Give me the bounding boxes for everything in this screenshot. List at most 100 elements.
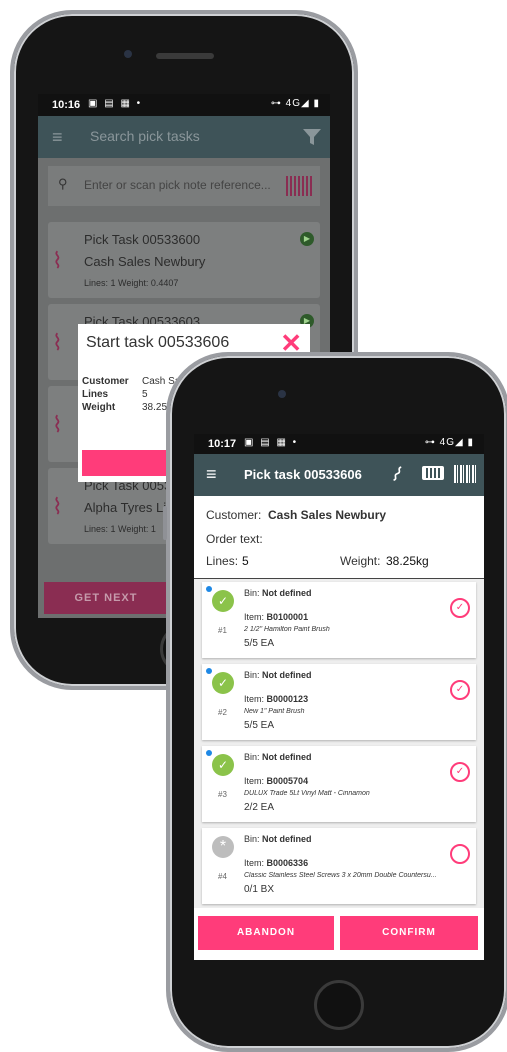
customer-value: Cash Sales Newbury: [268, 508, 387, 522]
task-customer: Cash Sales Newbury: [84, 254, 206, 269]
item-code: B0100001: [266, 612, 309, 622]
confirm-label: CONFIRM: [382, 927, 436, 938]
lines-label: Lines: [82, 389, 109, 400]
bin-text: Bin: Not defined: [244, 834, 312, 844]
menu-icon[interactable]: ≡: [52, 127, 63, 148]
weight-value: 38.25: [142, 402, 168, 413]
bin-label: Bin:: [244, 588, 260, 598]
item-code: B0006336: [266, 858, 309, 868]
check-icon: ✓: [212, 754, 234, 776]
bin-label: Bin:: [244, 670, 260, 680]
confirmed-check-icon[interactable]: ✓: [450, 762, 470, 782]
item-description: 2 1/2" Hamilton Paint Brush: [244, 626, 330, 633]
pick-line-card[interactable]: ✓ #2 Bin: Not defined Item: B0000123 New…: [202, 664, 476, 740]
line-number: #3: [218, 790, 227, 799]
status-signal: ⊶ 4G◢ ▮: [424, 437, 474, 448]
bin-text: Bin: Not defined: [244, 752, 312, 762]
paperclip-icon: ⌇: [52, 412, 63, 437]
status-icons: ▣ ▤ ▦ •: [88, 98, 143, 109]
paperclip-icon: ⌇: [52, 330, 63, 355]
topbar-title: Pick task 00533606: [244, 467, 362, 482]
check-icon: ✓: [212, 672, 234, 694]
front-camera: [124, 50, 132, 58]
lines-value: 5: [242, 554, 249, 568]
status-bar: 10:16 ▣ ▤ ▦ • ⊶ 4G◢ ▮: [38, 94, 330, 116]
dialog-title: Start task 00533606: [86, 334, 230, 351]
status-dot: [206, 668, 212, 674]
item-code: B0005704: [266, 776, 309, 786]
action-bar: ABANDON CONFIRM: [194, 908, 484, 960]
search-bar[interactable]: ⚲ Enter or scan pick note reference...: [48, 166, 320, 206]
task-card[interactable]: ⌇ Pick Task 00533600 Cash Sales Newbury …: [48, 222, 320, 298]
task-summary: Customer: Cash Sales Newbury Order text:…: [194, 496, 484, 579]
earpiece-speaker: [156, 53, 214, 59]
item-code: B0000123: [266, 694, 309, 704]
task-topbar: ≡ Pick task 00533606 ⌇: [194, 454, 484, 496]
confirm-button[interactable]: CONFIRM: [340, 916, 478, 950]
order-text-label: Order text:: [206, 532, 263, 546]
confirmed-check-icon[interactable]: ✓: [450, 680, 470, 700]
barcode-scan-icon[interactable]: [286, 176, 314, 196]
abandon-label: ABANDON: [236, 927, 296, 938]
item-quantity: 5/5 EA: [244, 638, 275, 649]
unconfirmed-circle-icon[interactable]: [450, 844, 470, 864]
menu-icon[interactable]: ≡: [206, 464, 217, 485]
pick-line-card[interactable]: ✓ #3 Bin: Not defined Item: B0005704 DUL…: [202, 746, 476, 822]
search-topbar: ≡ Search pick tasks: [38, 116, 330, 158]
paperclip-icon: ⌇: [52, 494, 63, 519]
item-quantity: 0/1 BX: [244, 884, 275, 895]
status-time: 10:16: [52, 99, 81, 111]
status-time: 10:17: [208, 438, 237, 450]
bin-value: Not defined: [262, 752, 312, 762]
lines-value: 5: [142, 389, 148, 400]
pick-line-card[interactable]: ✓ #1 Bin: Not defined Item: B0100001 2 1…: [202, 582, 476, 658]
bin-label: Bin:: [244, 752, 260, 762]
item-description: Classic Stainless Steel Screws 3 x 20mm …: [244, 872, 437, 879]
item-text: Item: B0100001: [244, 612, 308, 622]
item-text: Item: B0000123: [244, 694, 308, 704]
front-camera: [278, 390, 286, 398]
item-label: Item:: [244, 776, 265, 786]
status-icons: ▣ ▤ ▦ •: [244, 437, 299, 448]
status-bar: 10:17 ▣ ▤ ▦ • ⊶ 4G◢ ▮: [194, 434, 484, 454]
filter-icon[interactable]: [302, 127, 322, 147]
check-icon: ✓: [212, 590, 234, 612]
line-number: #2: [218, 708, 227, 717]
item-description: New 1" Paint Brush: [244, 708, 305, 715]
item-label: Item:: [244, 858, 265, 868]
keyboard-icon[interactable]: [422, 466, 444, 480]
item-text: Item: B0006336: [244, 858, 308, 868]
task-meta: Lines: 1 Weight: 1: [84, 524, 156, 534]
confirmed-check-icon[interactable]: ✓: [450, 598, 470, 618]
search-input[interactable]: Enter or scan pick note reference...: [84, 178, 271, 192]
topbar-title: Search pick tasks: [90, 128, 200, 144]
weight-label: Weight: [82, 402, 116, 413]
customer-label: Customer:: [206, 508, 262, 522]
bin-text: Bin: Not defined: [244, 588, 312, 598]
abandon-button[interactable]: ABANDON: [198, 916, 334, 950]
item-quantity: 2/2 EA: [244, 802, 275, 813]
side-button[interactable]: [163, 506, 167, 540]
barcode-icon[interactable]: [454, 465, 476, 483]
pending-asterisk-icon: *: [212, 836, 234, 858]
status-signal: ⊶ 4G◢ ▮: [270, 98, 320, 109]
weight-value: 38.25kg: [386, 554, 429, 568]
bin-text: Bin: Not defined: [244, 670, 312, 680]
item-quantity: 5/5 EA: [244, 720, 275, 731]
task-customer: Alpha Tyres Lin: [84, 500, 174, 515]
item-label: Item:: [244, 694, 265, 704]
paperclip-icon[interactable]: ⌇: [386, 461, 407, 488]
customer-label: Customer: [82, 376, 129, 387]
line-number: #4: [218, 872, 227, 881]
bin-value: Not defined: [262, 834, 312, 844]
paperclip-icon: ⌇: [52, 248, 63, 273]
weight-label: Weight:: [340, 554, 381, 568]
play-icon[interactable]: ▶: [300, 232, 314, 246]
status-dot: [206, 750, 212, 756]
home-button[interactable]: [314, 980, 364, 1030]
pick-line-card[interactable]: * #4 Bin: Not defined Item: B0006336 Cla…: [202, 828, 476, 904]
front-phone: 10:17 ▣ ▤ ▦ • ⊶ 4G◢ ▮ ≡ Pick task 005336…: [163, 352, 507, 1052]
get-next-button[interactable]: GET NEXT: [44, 582, 168, 614]
line-number: #1: [218, 626, 227, 635]
item-label: Item:: [244, 612, 265, 622]
